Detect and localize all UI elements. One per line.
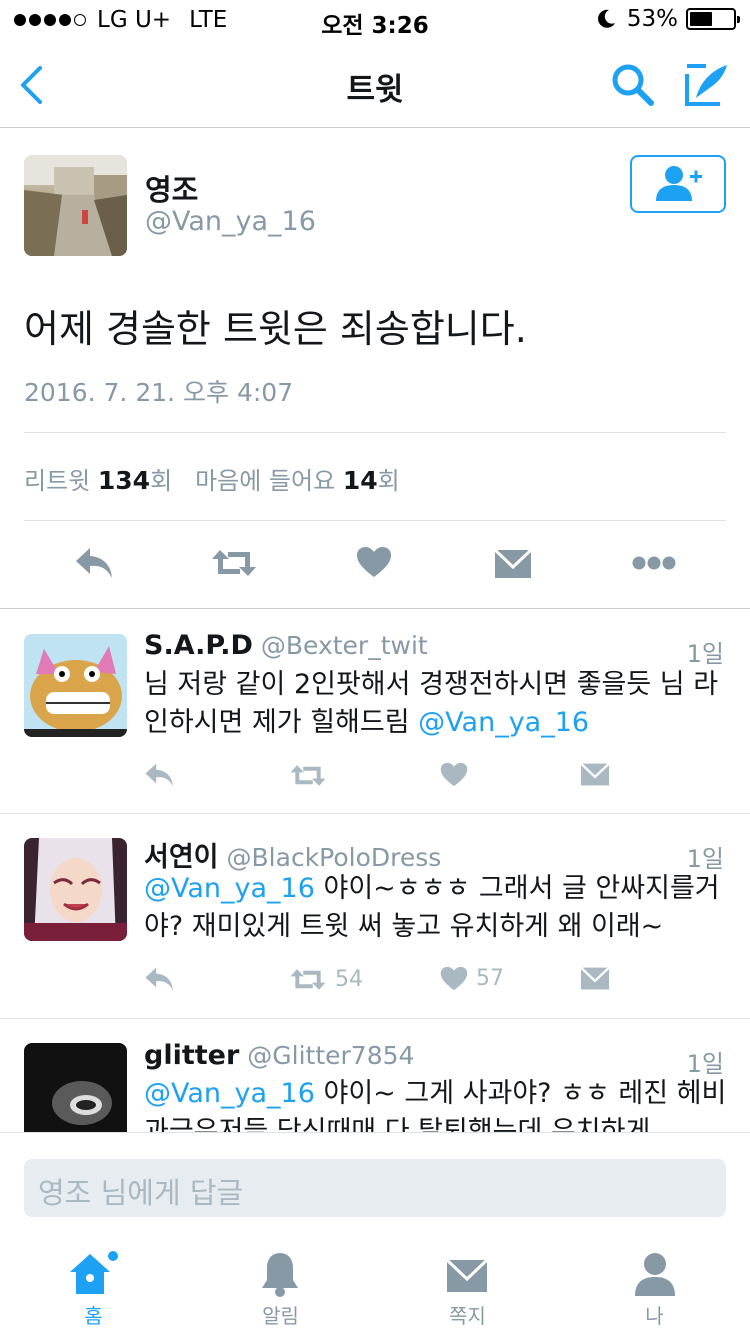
envelope-icon (446, 1258, 488, 1292)
reply-text: @Van_ya_16 야이~ㅎㅎㅎ 그래서 글 안싸지를거야? 재미있게 트윗 … (144, 870, 729, 946)
tab-notifications[interactable]: 알림 (187, 1238, 374, 1334)
reply-actions (144, 762, 624, 794)
author-name: 영조 (145, 173, 199, 207)
status-bar: LG U+ LTE 오전 3:26 53% (0, 0, 750, 40)
reply-text: 님 저랑 같이 2인팟해서 경쟁전하시면 좋을듯 님 라인하시면 제가 힐해드림… (144, 666, 729, 742)
person-icon (635, 1253, 675, 1296)
divider (24, 432, 726, 433)
mention-link[interactable]: @Van_ya_16 (418, 707, 589, 738)
moon-icon (597, 9, 615, 28)
tab-label: 쪽지 (449, 1304, 486, 1328)
tab-me[interactable]: 나 (561, 1238, 748, 1334)
envelope-icon (580, 762, 610, 786)
tweet-text: 어제 경솔한 트윗은 죄송합니다. (24, 307, 527, 351)
reply-avatar[interactable] (24, 1043, 127, 1132)
dm-action[interactable] (580, 762, 610, 787)
reply-icon (145, 763, 173, 787)
divider (0, 608, 750, 609)
tab-bar: 홈 알림 쪽지 나 (0, 1238, 750, 1334)
envelope-icon[interactable] (494, 548, 532, 580)
battery-fill (690, 12, 713, 26)
retweet-icon[interactable] (210, 546, 258, 580)
divider (0, 1018, 750, 1019)
reply-name: glitter (144, 1040, 240, 1071)
battery-percent: 53% (626, 6, 678, 32)
retweet-count[interactable]: 134 (98, 466, 150, 495)
more-icon[interactable] (632, 556, 676, 570)
reply-time: 1일 (686, 845, 724, 873)
mention-link[interactable]: @Van_ya_16 (144, 873, 315, 904)
retweet-action[interactable]: 54 (289, 966, 363, 993)
envelope-icon (580, 966, 610, 990)
retweet-icon (290, 765, 326, 786)
engagement-counts: 리트윗 134회 마음에 들어요 14회 (24, 461, 400, 496)
reply-name: 서연이 (144, 842, 219, 873)
heart-icon (440, 762, 468, 787)
like-count-label: 마음에 들어요 (195, 467, 336, 495)
retweet-action[interactable] (289, 762, 335, 789)
like-count-suffix: 회 (377, 467, 400, 495)
retweet-count-label: 리트윗 (24, 467, 91, 495)
reply-text: @Van_ya_16 야이~ 그게 사과야? ㅎㅎ 레진 헤비과금유저들 당신때… (144, 1075, 729, 1132)
reply-time: 1일 (686, 640, 724, 668)
reply-handle: @Glitter7854 (247, 1041, 415, 1070)
mention-link[interactable]: @Van_ya_16 (144, 1078, 315, 1109)
retweet-count: 54 (335, 967, 363, 992)
like-action[interactable]: 57 (440, 966, 504, 991)
dm-action[interactable] (580, 966, 610, 991)
tab-home[interactable]: 홈 (0, 1238, 187, 1334)
bell-icon (262, 1253, 298, 1297)
battery-area: 53% (595, 6, 740, 32)
retweet-count-suffix: 회 (150, 467, 173, 495)
reply-icon (145, 967, 173, 991)
heart-icon (440, 966, 468, 991)
like-count: 57 (476, 966, 504, 991)
retweet-icon (290, 969, 326, 990)
tab-label: 나 (645, 1304, 664, 1328)
like-action[interactable] (440, 762, 476, 787)
add-user-icon (656, 166, 702, 201)
tweet-date: 2016. 7. 21. 오후 4:07 (24, 378, 294, 407)
reply-composer-bar: 영조 님에게 답글 (0, 1132, 750, 1232)
tab-label: 홈 (84, 1304, 103, 1328)
reply-input[interactable]: 영조 님에게 답글 (24, 1159, 726, 1217)
reply-author: S.A.P.D @Bexter_twit (144, 630, 428, 661)
tab-label: 알림 (262, 1304, 299, 1328)
reply-handle: @Bexter_twit (260, 631, 428, 660)
battery-icon (686, 8, 740, 30)
follow-button[interactable] (630, 155, 726, 213)
author-avatar[interactable] (24, 155, 127, 256)
compose-quill-icon[interactable] (684, 62, 730, 108)
reply-action[interactable] (144, 762, 176, 788)
tab-messages[interactable]: 쪽지 (374, 1238, 561, 1334)
reply-icon[interactable] (74, 546, 116, 580)
search-icon[interactable] (610, 62, 656, 108)
author-handle: @Van_ya_16 (145, 206, 316, 237)
reply-author: glitter @Glitter7854 (144, 1040, 414, 1071)
home-icon (70, 1251, 118, 1294)
reply-avatar[interactable] (24, 634, 127, 737)
reply-action[interactable] (144, 966, 176, 992)
divider (24, 520, 726, 521)
heart-icon[interactable] (356, 546, 392, 578)
divider (0, 813, 750, 814)
reply-author: 서연이 @BlackPoloDress (144, 835, 441, 874)
reply-handle: @BlackPoloDress (226, 843, 442, 872)
reply-actions: 54 57 (144, 966, 624, 998)
reply-avatar[interactable] (24, 838, 127, 941)
like-count[interactable]: 14 (343, 466, 378, 495)
reply-time: 1일 (686, 1050, 724, 1078)
nav-bar: 트윗 (0, 40, 750, 128)
reply-name: S.A.P.D (144, 630, 253, 661)
